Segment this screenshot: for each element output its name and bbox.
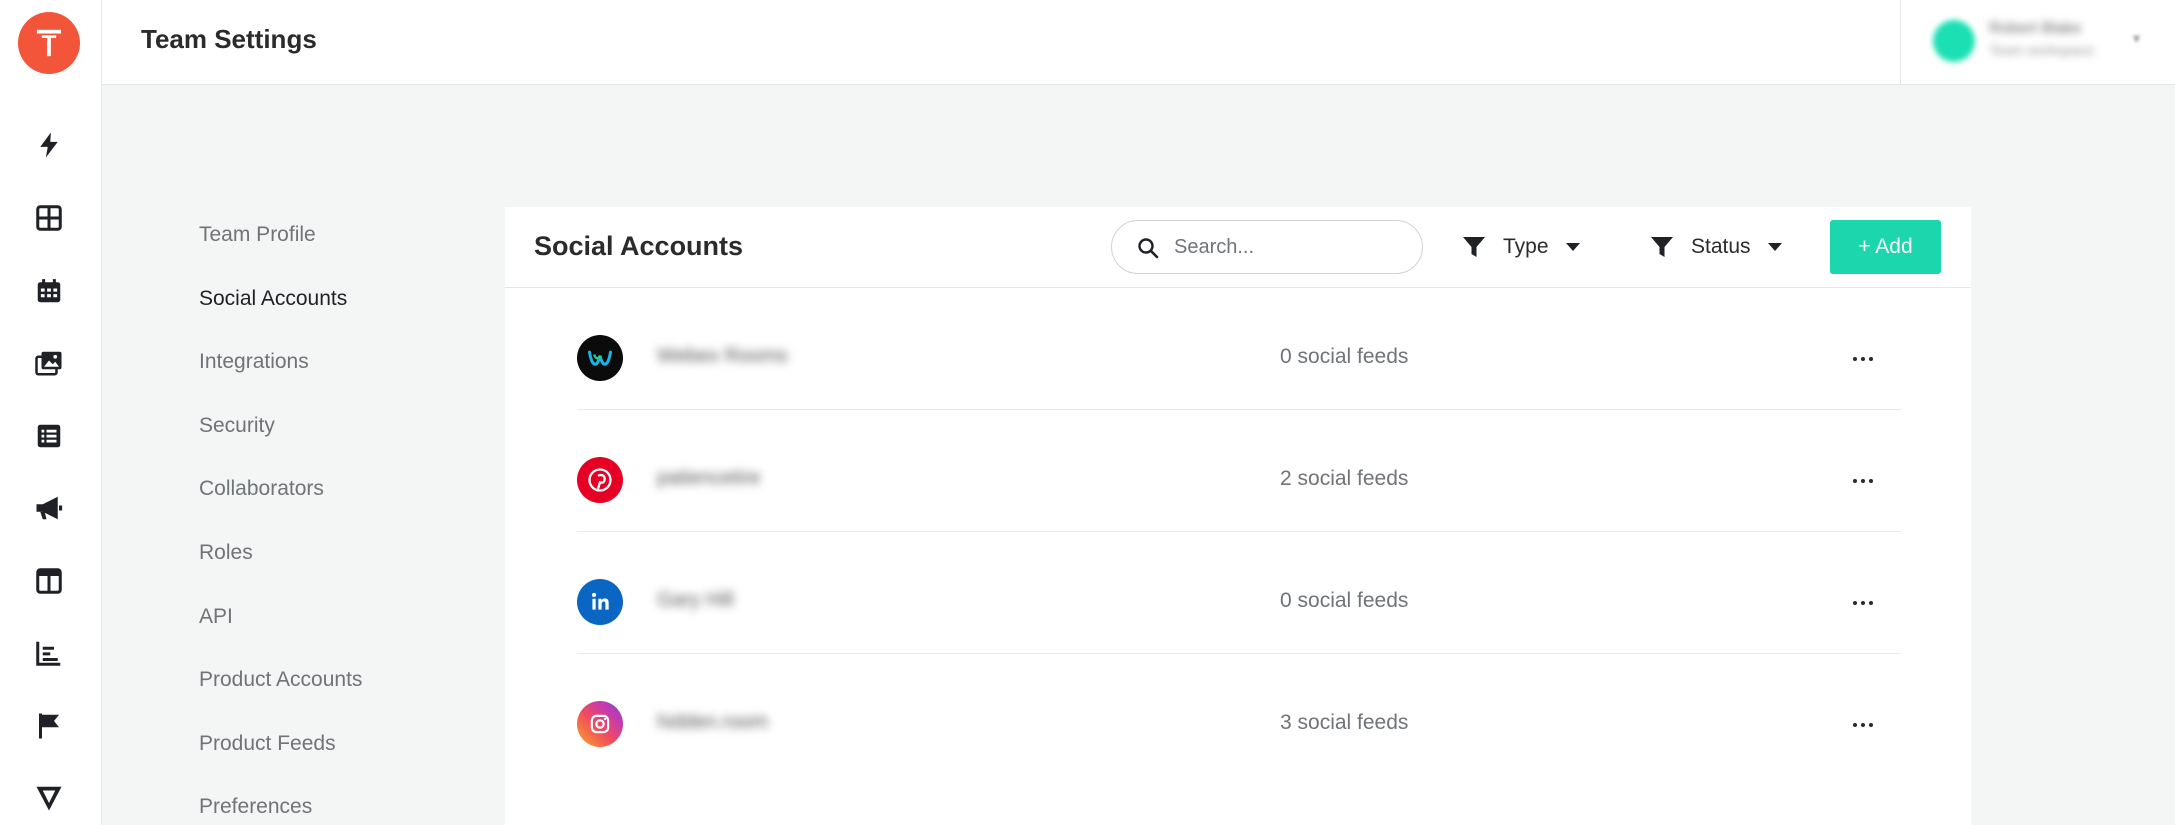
filter-icon [1651,237,1673,257]
lightning-icon[interactable] [31,127,67,163]
settings-nav-product-accounts[interactable]: Product Accounts [199,665,362,729]
user-menu[interactable]: Robert Blake Team workspace ▾ [1900,0,2175,84]
app-rail [0,0,102,825]
avatar[interactable] [1933,20,1975,62]
page-title: Team Settings [141,24,317,54]
analytics-icon[interactable] [31,635,67,671]
webex-icon [577,335,623,381]
grid-icon[interactable] [31,200,67,236]
user-name: Robert Blake [1989,20,2082,37]
media-library-icon[interactable] [31,345,67,381]
settings-nav-collaborators[interactable]: Collaborators [199,474,362,538]
settings-nav-social-accounts[interactable]: Social Accounts [199,284,362,348]
calendar-icon[interactable] [31,273,67,309]
more-options-icon[interactable] [1843,344,1883,374]
social-feeds-count: 3 social feeds [1280,711,1409,734]
account-name: Webex Rooms [657,345,788,367]
app-logo[interactable] [18,12,80,74]
type-filter-button[interactable]: Type [1461,227,1581,267]
type-filter-label: Type [1503,235,1549,258]
settings-nav-integrations[interactable]: Integrations [199,347,362,411]
panel-header: Social Accounts Type Status + Add [505,207,1971,288]
settings-nav-preferences[interactable]: Preferences [199,792,362,825]
brand-v-icon[interactable] [31,780,67,816]
user-subtitle: Team workspace [1989,42,2095,58]
linkedin-icon [577,579,623,625]
settings-nav: Team Profile Social Accounts Integration… [199,220,362,825]
social-feeds-count: 0 social feeds [1280,345,1409,368]
settings-nav-product-feeds[interactable]: Product Feeds [199,729,362,793]
account-name: patiencetire [657,467,761,489]
account-row[interactable]: Gary Hill 0 social feeds [505,532,1971,654]
instagram-icon [577,701,623,747]
filter-icon [1463,237,1485,257]
caret-down-icon [1767,243,1782,251]
account-name: hidden.room [657,711,769,733]
more-options-icon[interactable] [1843,466,1883,496]
top-bar: Team Settings Robert Blake Team workspac… [102,0,2175,85]
chevron-down-icon[interactable]: ▾ [2133,30,2140,47]
layout-icon[interactable] [31,563,67,599]
panel-title: Social Accounts [534,231,744,261]
list-icon[interactable] [31,418,67,454]
account-row[interactable]: hidden.room 3 social feeds [505,654,1971,776]
settings-nav-api[interactable]: API [199,602,362,666]
flag-icon[interactable] [31,708,67,744]
account-name: Gary Hill [657,589,734,611]
logo-t-icon [36,29,62,57]
settings-nav-team-profile[interactable]: Team Profile [199,220,362,284]
social-accounts-panel: Social Accounts Type Status + Add Web [505,207,1971,825]
search-input[interactable] [1174,231,1404,263]
caret-down-icon [1565,243,1580,251]
settings-nav-security[interactable]: Security [199,411,362,475]
account-row[interactable]: patiencetire 2 social feeds [505,410,1971,532]
settings-nav-roles[interactable]: Roles [199,538,362,602]
pinterest-icon [577,457,623,503]
megaphone-icon[interactable] [31,490,67,526]
status-filter-button[interactable]: Status [1649,227,1783,267]
add-account-button[interactable]: + Add [1830,220,1941,274]
search-box[interactable] [1111,220,1423,274]
social-feeds-count: 2 social feeds [1280,467,1409,490]
more-options-icon[interactable] [1843,710,1883,740]
status-filter-label: Status [1691,235,1751,258]
more-options-icon[interactable] [1843,588,1883,618]
social-feeds-count: 0 social feeds [1280,589,1409,612]
search-icon [1138,238,1159,259]
account-row[interactable]: Webex Rooms 0 social feeds [505,288,1971,410]
